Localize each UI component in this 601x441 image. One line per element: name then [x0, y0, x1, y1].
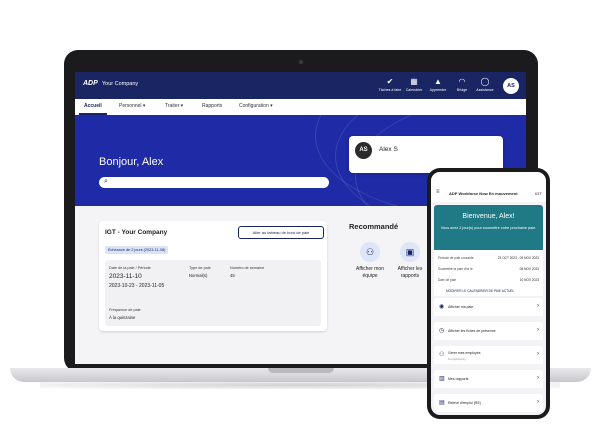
period-label: Date de la paie / Période	[109, 266, 151, 270]
tab-accueil[interactable]: Accueil	[84, 103, 102, 109]
phone-app-title: ADP Workforce Now En mouvement	[449, 191, 518, 196]
tab-rapports[interactable]: Rapports	[202, 103, 222, 109]
info-value: 10 NOV 2023	[519, 278, 539, 282]
adp-logo[interactable]: ADP	[83, 80, 98, 87]
help-icon[interactable]: ◯ Assistance	[472, 77, 498, 92]
learn-icon[interactable]: ▲ Apprendre	[425, 77, 451, 92]
top-bar: ADP Your Company ✔ Tâches à faire ▦ Calend…	[75, 72, 526, 99]
clock-icon: ◷	[439, 328, 445, 334]
camera-dot	[299, 60, 303, 64]
phone-company: IGT	[535, 191, 542, 196]
calendar-icon[interactable]: ▦ Calendrier	[401, 77, 427, 92]
list-item[interactable]: ▥ Mes rapports ›	[434, 370, 543, 388]
profile-name: Alex S	[379, 146, 398, 153]
profile-avatar: AS	[355, 142, 372, 159]
company-name: Your Company	[102, 81, 139, 87]
tasks-icon[interactable]: ✔ Tâches à faire	[377, 77, 403, 92]
period-range: 2023-10-23 - 2023-11-05	[109, 283, 165, 289]
type-label: Type de paie	[189, 266, 211, 270]
pay-info-panel: Période de paie courante 23 OCT 2023 - 0…	[434, 250, 543, 296]
deadline-badge: Échéance de 2 jours (2023-11-08)	[105, 246, 169, 254]
list-item-label: Mes rapports	[448, 377, 469, 381]
phone-top-bar: ≡ ADP Workforce Now En mouvement IGT	[431, 172, 546, 202]
chart-icon: ▥	[439, 376, 445, 382]
greeting: Bonjour, Alex	[99, 156, 164, 168]
payroll-card-title: IGT - Your Company	[105, 229, 168, 236]
info-value: 23 OCT 2023 - 05 NOV 2023	[497, 256, 539, 260]
list-item-sublabel: 6 employé(s)	[448, 357, 466, 361]
list-item-label: Afficher les fiches de présence	[448, 329, 496, 333]
chevron-right-icon: ›	[537, 327, 539, 333]
recommended-title: Recommandé	[349, 222, 399, 231]
pay-date: 2023-11-10	[109, 273, 142, 280]
list-item-label: Relevé d'emploi (RE)	[448, 401, 481, 405]
search-input[interactable]: ⌕	[99, 177, 329, 188]
welcome-title: Bienvenue, Alex!	[462, 213, 515, 220]
list-item[interactable]: ⚇ Gérer mes employés 6 employé(s) ›	[434, 346, 543, 364]
list-item[interactable]: ◷ Afficher les fiches de présence ›	[434, 322, 543, 340]
frequency-value: À la quinzaine	[109, 315, 136, 320]
list-item-label: Gérer mes employés	[448, 351, 481, 355]
search-icon: ⌕	[104, 178, 108, 185]
briefcase-icon[interactable]: ▣	[400, 242, 420, 262]
people-icon: ⚇	[439, 352, 445, 358]
tab-traiter[interactable]: Traiter ▾	[165, 103, 183, 109]
tab-configuration[interactable]: Configuration ▾	[239, 103, 273, 109]
list-item[interactable]: ▤ Relevé d'emploi (RE) ›	[434, 394, 543, 412]
modify-calendar-link[interactable]: MODIFIER LE CALENDRIER DE PAIE ACTUEL	[446, 289, 514, 293]
payroll-details: Date de la paie / Période 2023-11-10 202…	[105, 260, 321, 326]
info-label: Date de paie	[438, 278, 457, 282]
week-label: Numéro de semaine	[230, 266, 265, 270]
welcome-banner: Bienvenue, Alex! Vous avez 2 jour(s) pou…	[434, 205, 543, 252]
payroll-card: IGT - Your Company Aller au tableau de b…	[99, 221, 327, 331]
frequency-label: Fréquence de paie	[109, 308, 141, 312]
payroll-dashboard-button[interactable]: Aller au tableau de bord de paie	[238, 226, 324, 239]
chevron-right-icon: ›	[537, 303, 539, 309]
welcome-subtitle: Vous avez 2 jour(s) pour soumettre votre…	[440, 226, 537, 230]
user-avatar[interactable]: AS	[503, 78, 519, 94]
chevron-right-icon: ›	[537, 399, 539, 405]
chevron-right-icon: ›	[537, 375, 539, 381]
money-icon: ◉	[439, 304, 445, 310]
list-item-label: Afficher ma paie	[448, 305, 474, 309]
document-icon: ▤	[439, 400, 445, 406]
info-value: 08 NOV 2023	[519, 267, 539, 271]
menu-icon[interactable]: ≡	[436, 189, 440, 195]
team-icon[interactable]: ⚇	[360, 242, 380, 262]
type-value: Normal(s)	[189, 273, 208, 278]
laptop-notch	[268, 368, 334, 373]
phone-screen: ≡ ADP Workforce Now En mouvement IGT Bie…	[431, 172, 546, 415]
chevron-right-icon: ›	[537, 351, 539, 357]
main-nav: Accueil Personnel ▾ Traiter ▾ Rapports C…	[75, 99, 526, 116]
tab-personnel[interactable]: Personnel ▾	[119, 103, 145, 109]
week-value: 45	[230, 273, 235, 278]
list-item[interactable]: ◉ Afficher ma paie ›	[434, 298, 543, 316]
info-label: Soumettre la paie d'ici le	[438, 267, 473, 271]
info-label: Période de paie courante	[438, 256, 474, 260]
